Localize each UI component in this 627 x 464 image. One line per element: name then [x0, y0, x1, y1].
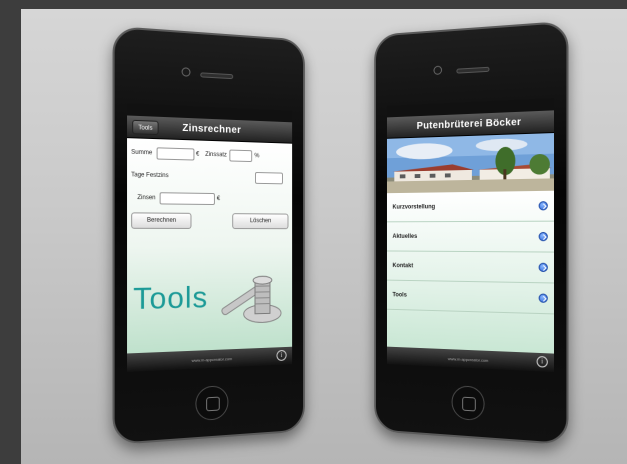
- footer-url[interactable]: www.m-appcreator.com: [192, 356, 233, 363]
- app-home-screen: Putenbrüterei Böcker Kurzvorstellung Akt…: [386, 97, 555, 373]
- euro-unit: €: [196, 151, 200, 158]
- speaker-grille: [200, 72, 234, 80]
- footer-url[interactable]: www.m-appcreator.com: [448, 356, 489, 363]
- phone-left: Tools Zinsrechner Summe € Zinssatz % Tag…: [112, 25, 305, 446]
- menu-item-aktuelles[interactable]: Aktuelles: [386, 221, 555, 253]
- page-title: Putenbrüterei Böcker: [416, 116, 522, 132]
- menu-item-label: Kurzvorstellung: [392, 203, 436, 211]
- back-button[interactable]: Tools: [132, 119, 159, 136]
- tools-wrench-bolt-icon: [211, 266, 287, 329]
- tage-festzins-label: Tage Festzins: [131, 172, 169, 180]
- menu-item-tools[interactable]: Tools: [386, 280, 555, 315]
- zinssatz-label: Zinssatz: [205, 151, 227, 159]
- menu-item-label: Tools: [392, 291, 407, 299]
- form-row-summe: Summe € Zinssatz %: [131, 144, 288, 165]
- info-icon[interactable]: i: [276, 349, 287, 362]
- form-row-zinsen: Zinsen €: [131, 190, 288, 208]
- summe-label: Summe: [131, 149, 153, 157]
- stage: Tools Zinsrechner Summe € Zinssatz % Tag…: [0, 0, 627, 464]
- tage-festzins-input[interactable]: [254, 171, 283, 185]
- speaker-grille: [456, 66, 490, 74]
- menu-item-kurzvorstellung[interactable]: Kurzvorstellung: [386, 190, 555, 223]
- euro-unit: €: [216, 196, 221, 203]
- calculate-button[interactable]: Berechnen: [131, 212, 192, 229]
- home-button[interactable]: [195, 385, 229, 422]
- zinssatz-input[interactable]: [229, 149, 253, 163]
- disclosure-arrow-icon[interactable]: [538, 262, 548, 273]
- clear-button[interactable]: Löschen: [232, 213, 289, 230]
- home-button[interactable]: [451, 385, 485, 422]
- calculator-form: Summe € Zinssatz % Tage Festzins Zinsen …: [127, 138, 293, 354]
- camera-icon: [433, 65, 443, 75]
- calculator-screen: Tools Zinsrechner Summe € Zinssatz % Tag…: [127, 103, 293, 373]
- tools-logo-text: Tools: [133, 281, 209, 317]
- camera-icon: [181, 67, 191, 77]
- percent-unit: %: [254, 153, 260, 160]
- disclosure-arrow-icon[interactable]: [538, 201, 548, 211]
- button-row: Berechnen Löschen: [131, 212, 289, 230]
- zinsen-output: [159, 192, 215, 206]
- info-icon[interactable]: i: [536, 355, 548, 368]
- menu-item-label: Kontakt: [392, 262, 414, 269]
- menu-item-label: Aktuelles: [392, 233, 418, 240]
- main-menu: Kurzvorstellung Aktuelles Kontakt Tools: [386, 190, 555, 354]
- summe-input[interactable]: [156, 147, 195, 161]
- page-title: Zinsrechner: [182, 122, 242, 137]
- menu-item-kontakt[interactable]: Kontakt: [386, 251, 555, 284]
- farm-building-photo: [386, 132, 555, 194]
- zinsen-label: Zinsen: [137, 194, 156, 202]
- form-row-tage: Tage Festzins: [131, 167, 288, 186]
- disclosure-arrow-icon[interactable]: [538, 231, 548, 242]
- phone-right: Putenbrüterei Böcker Kurzvorstellung Akt…: [374, 20, 569, 446]
- disclosure-arrow-icon[interactable]: [538, 293, 548, 303]
